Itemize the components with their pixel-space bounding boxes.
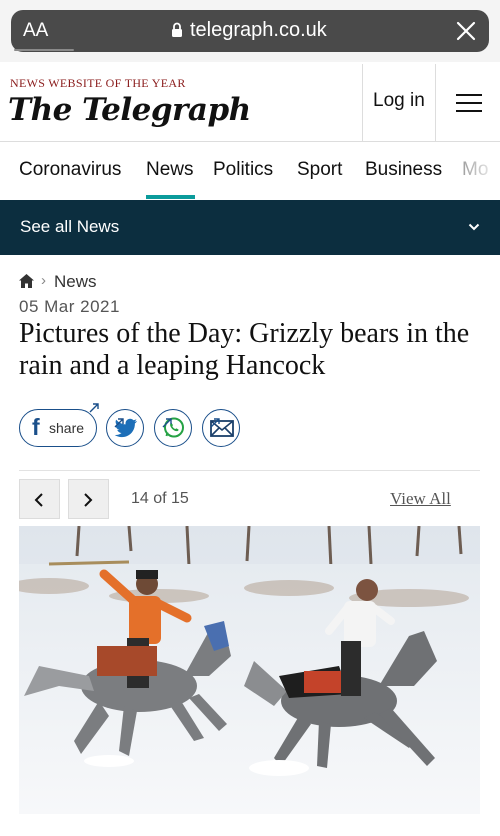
divider bbox=[19, 470, 480, 471]
chevron-right-icon bbox=[84, 493, 93, 507]
external-arrow-icon bbox=[114, 418, 124, 428]
gallery-prev-button[interactable] bbox=[19, 479, 60, 519]
nav-item-coronavirus[interactable]: Coronavirus bbox=[19, 159, 121, 181]
divider bbox=[435, 64, 436, 141]
breadcrumb-news-link[interactable]: News bbox=[54, 272, 97, 292]
external-arrow-icon bbox=[89, 403, 99, 413]
breadcrumb-separator: › bbox=[41, 272, 46, 289]
article-date: 05 Mar 2021 bbox=[19, 297, 120, 316]
divider bbox=[362, 64, 363, 141]
home-icon[interactable] bbox=[19, 274, 34, 288]
article-headline: Pictures of the Day: Grizzly bears in th… bbox=[19, 318, 470, 381]
horse-riders-photo bbox=[19, 526, 480, 814]
nav-item-sport[interactable]: Sport bbox=[297, 159, 342, 181]
login-button[interactable]: Log in bbox=[373, 90, 425, 112]
text-size-button[interactable]: AA bbox=[23, 20, 48, 42]
facebook-share-label: share bbox=[49, 420, 85, 436]
nav-item-business[interactable]: Business bbox=[365, 159, 442, 181]
browser-toolbar: AA telegraph.co.uk bbox=[0, 0, 500, 62]
chevron-down-icon bbox=[468, 223, 480, 231]
section-dropdown[interactable]: See all News bbox=[0, 200, 500, 255]
nav-item-politics[interactable]: Politics bbox=[213, 159, 273, 181]
hamburger-menu-icon[interactable] bbox=[456, 94, 482, 114]
nav-fade bbox=[460, 142, 500, 200]
nav-active-indicator bbox=[146, 195, 195, 199]
award-tagline: NEWS WEBSITE OF THE YEAR bbox=[10, 76, 186, 90]
external-arrow-icon bbox=[210, 418, 220, 428]
gallery-counter: 14 of 15 bbox=[131, 490, 189, 507]
twitter-share-button[interactable] bbox=[106, 409, 144, 447]
lock-icon bbox=[172, 22, 182, 37]
view-all-link[interactable]: View All bbox=[390, 489, 451, 509]
facebook-share-button[interactable]: f share bbox=[19, 403, 99, 447]
external-arrow-icon bbox=[162, 418, 172, 428]
url-text[interactable]: telegraph.co.uk bbox=[190, 19, 327, 42]
masthead: NEWS WEBSITE OF THE YEAR The Telegraph L… bbox=[0, 64, 500, 142]
nav-item-news[interactable]: News bbox=[146, 159, 194, 181]
whatsapp-share-button[interactable] bbox=[154, 409, 192, 447]
chevron-left-icon bbox=[34, 493, 43, 507]
close-icon[interactable] bbox=[456, 21, 476, 41]
section-label: See all News bbox=[20, 217, 120, 236]
email-share-button[interactable] bbox=[202, 409, 240, 447]
site-logo[interactable]: The Telegraph bbox=[8, 92, 251, 128]
load-progress bbox=[14, 49, 74, 51]
facebook-icon: f bbox=[32, 414, 40, 440]
gallery-next-button[interactable] bbox=[68, 479, 109, 519]
primary-nav: Coronavirus News Politics Sport Business… bbox=[0, 142, 500, 200]
gallery-photo[interactable] bbox=[19, 526, 480, 814]
